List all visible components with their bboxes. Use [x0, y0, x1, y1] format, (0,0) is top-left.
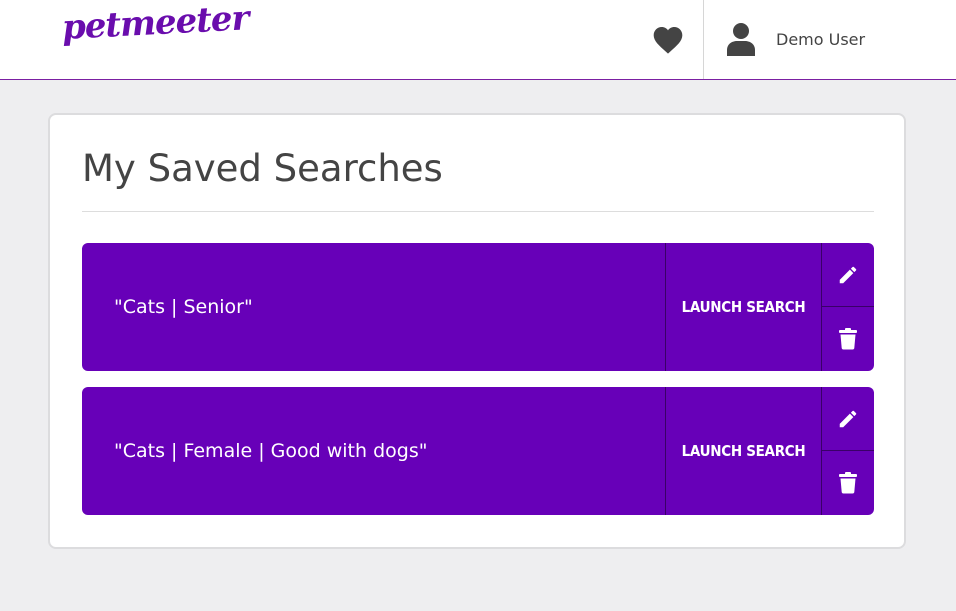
delete-search-button[interactable] — [822, 307, 874, 371]
user-menu[interactable]: Demo User — [724, 20, 865, 58]
favorites-button[interactable] — [650, 24, 686, 56]
pencil-icon — [839, 410, 857, 427]
user-icon — [724, 21, 758, 57]
nav-divider — [703, 0, 704, 79]
saved-search-row: "Cats | Senior" LAUNCH SEARCH — [82, 243, 874, 371]
pencil-icon — [839, 266, 857, 283]
title-divider — [82, 211, 874, 212]
delete-search-button[interactable] — [822, 451, 874, 515]
page-title: My Saved Searches — [82, 147, 443, 190]
trash-icon — [839, 472, 857, 494]
edit-search-button[interactable] — [822, 387, 874, 451]
saved-search-label: "Cats | Senior" — [114, 296, 253, 318]
heart-icon — [653, 27, 683, 54]
top-navbar: petmeeter Demo User — [0, 0, 956, 80]
saved-search-label: "Cats | Female | Good with dogs" — [114, 440, 428, 462]
user-name: Demo User — [776, 29, 866, 49]
trash-icon — [839, 328, 857, 350]
saved-searches-card: My Saved Searches "Cats | Senior" LAUNCH… — [48, 113, 906, 549]
launch-search-button[interactable]: LAUNCH SEARCH — [665, 387, 822, 515]
launch-search-button[interactable]: LAUNCH SEARCH — [665, 243, 822, 371]
edit-search-button[interactable] — [822, 243, 874, 307]
saved-search-row: "Cats | Female | Good with dogs" LAUNCH … — [82, 387, 874, 515]
logo[interactable]: petmeeter — [61, 0, 249, 48]
